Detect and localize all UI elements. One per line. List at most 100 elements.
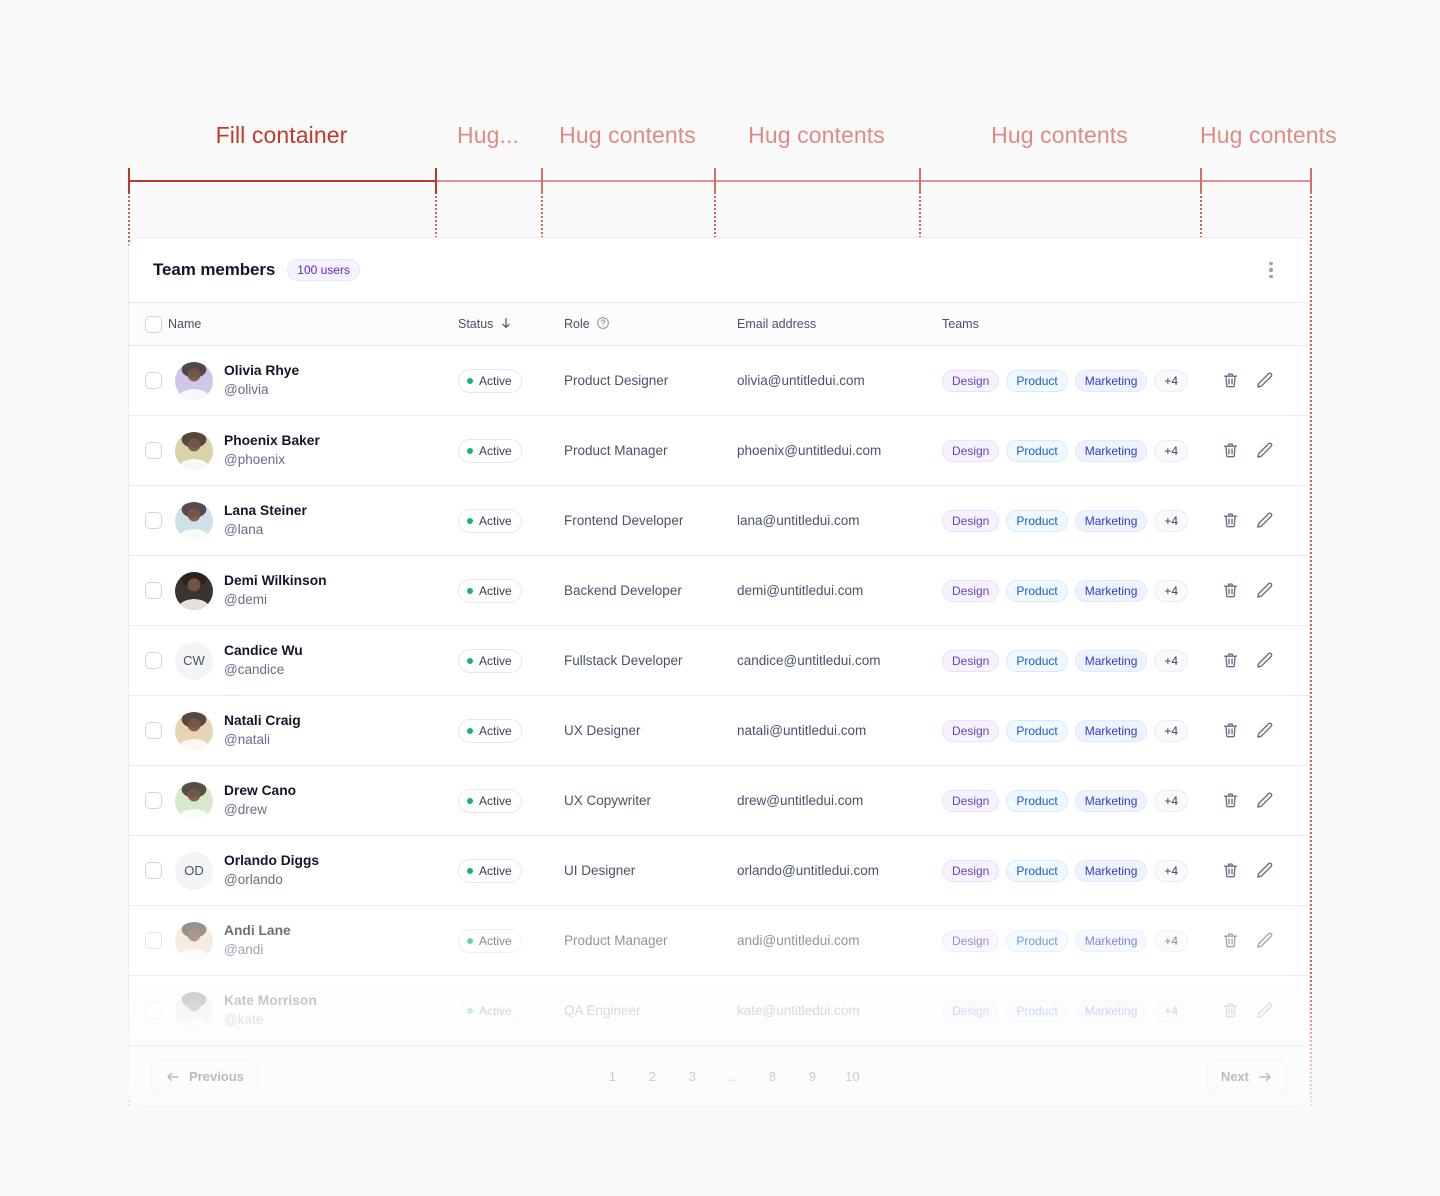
trash-icon[interactable] (1221, 721, 1241, 741)
row-checkbox[interactable] (145, 582, 162, 599)
team-badge-marketing[interactable]: Marketing (1074, 929, 1148, 952)
table-row[interactable]: Olivia Rhye @olivia Active Product Designer… (129, 345, 1309, 416)
pencil-icon[interactable] (1255, 1001, 1275, 1021)
page-number-1[interactable]: 1 (593, 1058, 631, 1096)
team-badge-more[interactable]: +4 (1154, 789, 1189, 812)
dots-vertical-icon[interactable] (1257, 256, 1285, 284)
team-badge-marketing[interactable]: Marketing (1074, 369, 1148, 392)
team-badge-design[interactable]: Design (942, 439, 1000, 462)
team-badge-marketing[interactable]: Marketing (1074, 859, 1148, 882)
team-badge-design[interactable]: Design (942, 859, 1000, 882)
trash-icon[interactable] (1221, 1001, 1241, 1021)
team-badge-product[interactable]: Product (1006, 999, 1068, 1022)
pencil-icon[interactable] (1255, 651, 1275, 671)
page-number-2[interactable]: 2 (633, 1058, 671, 1096)
team-badge-marketing[interactable]: Marketing (1074, 649, 1148, 672)
row-checkbox[interactable] (145, 652, 162, 669)
pencil-icon[interactable] (1255, 371, 1275, 391)
pencil-icon[interactable] (1255, 931, 1275, 951)
row-checkbox[interactable] (145, 792, 162, 809)
team-badge-design[interactable]: Design (942, 929, 1000, 952)
table-row[interactable]: Phoenix Baker @phoenix Active Product Manag… (129, 415, 1309, 486)
cell-name: Drew Cano @drew (129, 765, 436, 836)
table-row[interactable]: OD Orlando Diggs @orlando Active UI Designer… (129, 835, 1309, 906)
pencil-icon[interactable] (1255, 441, 1275, 461)
team-badge-product[interactable]: Product (1006, 719, 1068, 742)
cell-email: andi@untitledui.com (715, 905, 920, 976)
table-row[interactable]: CW Candice Wu @candice Active Fullstack Deve… (129, 625, 1309, 696)
column-header-role[interactable]: Role (542, 302, 715, 346)
pencil-icon[interactable] (1255, 861, 1275, 881)
team-badge-design[interactable]: Design (942, 719, 1000, 742)
row-checkbox[interactable] (145, 1002, 162, 1019)
column-header-teams[interactable]: Teams (920, 302, 1201, 346)
team-badge-design[interactable]: Design (942, 509, 1000, 532)
previous-page-button[interactable]: Previous (151, 1059, 258, 1094)
team-badge-marketing[interactable]: Marketing (1074, 719, 1148, 742)
page-number-9[interactable]: 9 (793, 1058, 831, 1096)
team-badge-design[interactable]: Design (942, 579, 1000, 602)
team-badge-product[interactable]: Product (1006, 859, 1068, 882)
table-row[interactable]: Demi Wilkinson @demi Active Backend Develop… (129, 555, 1309, 626)
help-circle-icon[interactable] (596, 316, 610, 333)
column-header-email[interactable]: Email address (715, 302, 920, 346)
column-header-status[interactable]: Status (436, 302, 542, 346)
team-badge-design[interactable]: Design (942, 369, 1000, 392)
team-badge-more[interactable]: +4 (1154, 369, 1189, 392)
arrow-down-icon[interactable] (499, 316, 513, 333)
cell-role: QA Engineer (542, 975, 715, 1046)
row-checkbox[interactable] (145, 442, 162, 459)
team-badge-design[interactable]: Design (942, 789, 1000, 812)
trash-icon[interactable] (1221, 791, 1241, 811)
row-checkbox[interactable] (145, 512, 162, 529)
table-row[interactable]: Drew Cano @drew Active UX Copywriter drew@un… (129, 765, 1309, 836)
page-number-3[interactable]: 3 (673, 1058, 711, 1096)
pencil-icon[interactable] (1255, 511, 1275, 531)
team-badge-more[interactable]: +4 (1154, 929, 1189, 952)
table-row[interactable]: Natali Craig @natali Active UX Designer nata… (129, 695, 1309, 766)
team-badge-more[interactable]: +4 (1154, 579, 1189, 602)
page-number-8[interactable]: 8 (753, 1058, 791, 1096)
row-checkbox[interactable] (145, 932, 162, 949)
column-header-name[interactable]: Name (129, 302, 436, 346)
team-badge-marketing[interactable]: Marketing (1074, 509, 1148, 532)
team-badge-product[interactable]: Product (1006, 439, 1068, 462)
team-badge-more[interactable]: +4 (1154, 999, 1189, 1022)
team-badge-marketing[interactable]: Marketing (1074, 439, 1148, 462)
trash-icon[interactable] (1221, 371, 1241, 391)
trash-icon[interactable] (1221, 581, 1241, 601)
row-checkbox[interactable] (145, 722, 162, 739)
table-row[interactable]: Lana Steiner @lana Active Frontend Develope… (129, 485, 1309, 556)
team-badge-marketing[interactable]: Marketing (1074, 999, 1148, 1022)
team-badge-marketing[interactable]: Marketing (1074, 579, 1148, 602)
table-row[interactable]: Andi Lane @andi Active Product Manager andi@… (129, 905, 1309, 976)
select-all-checkbox[interactable] (145, 315, 162, 333)
team-badge-product[interactable]: Product (1006, 929, 1068, 952)
team-badge-product[interactable]: Product (1006, 509, 1068, 532)
trash-icon[interactable] (1221, 931, 1241, 951)
team-badge-marketing[interactable]: Marketing (1074, 789, 1148, 812)
team-badge-product[interactable]: Product (1006, 649, 1068, 672)
page-number-10[interactable]: 10 (833, 1058, 871, 1096)
team-badge-more[interactable]: +4 (1154, 649, 1189, 672)
row-checkbox[interactable] (145, 372, 162, 389)
pencil-icon[interactable] (1255, 721, 1275, 741)
team-badge-more[interactable]: +4 (1154, 439, 1189, 462)
team-badge-design[interactable]: Design (942, 649, 1000, 672)
table-row[interactable]: Kate Morrison @kate Active QA Engineer kate@… (129, 975, 1309, 1046)
trash-icon[interactable] (1221, 441, 1241, 461)
trash-icon[interactable] (1221, 651, 1241, 671)
team-badge-product[interactable]: Product (1006, 789, 1068, 812)
team-badge-more[interactable]: +4 (1154, 719, 1189, 742)
pencil-icon[interactable] (1255, 791, 1275, 811)
team-badge-design[interactable]: Design (942, 999, 1000, 1022)
trash-icon[interactable] (1221, 861, 1241, 881)
row-checkbox[interactable] (145, 862, 162, 879)
pencil-icon[interactable] (1255, 581, 1275, 601)
team-badge-more[interactable]: +4 (1154, 859, 1189, 882)
team-badge-product[interactable]: Product (1006, 369, 1068, 392)
next-page-button[interactable]: Next (1206, 1059, 1287, 1094)
trash-icon[interactable] (1221, 511, 1241, 531)
team-badge-product[interactable]: Product (1006, 579, 1068, 602)
team-badge-more[interactable]: +4 (1154, 509, 1189, 532)
